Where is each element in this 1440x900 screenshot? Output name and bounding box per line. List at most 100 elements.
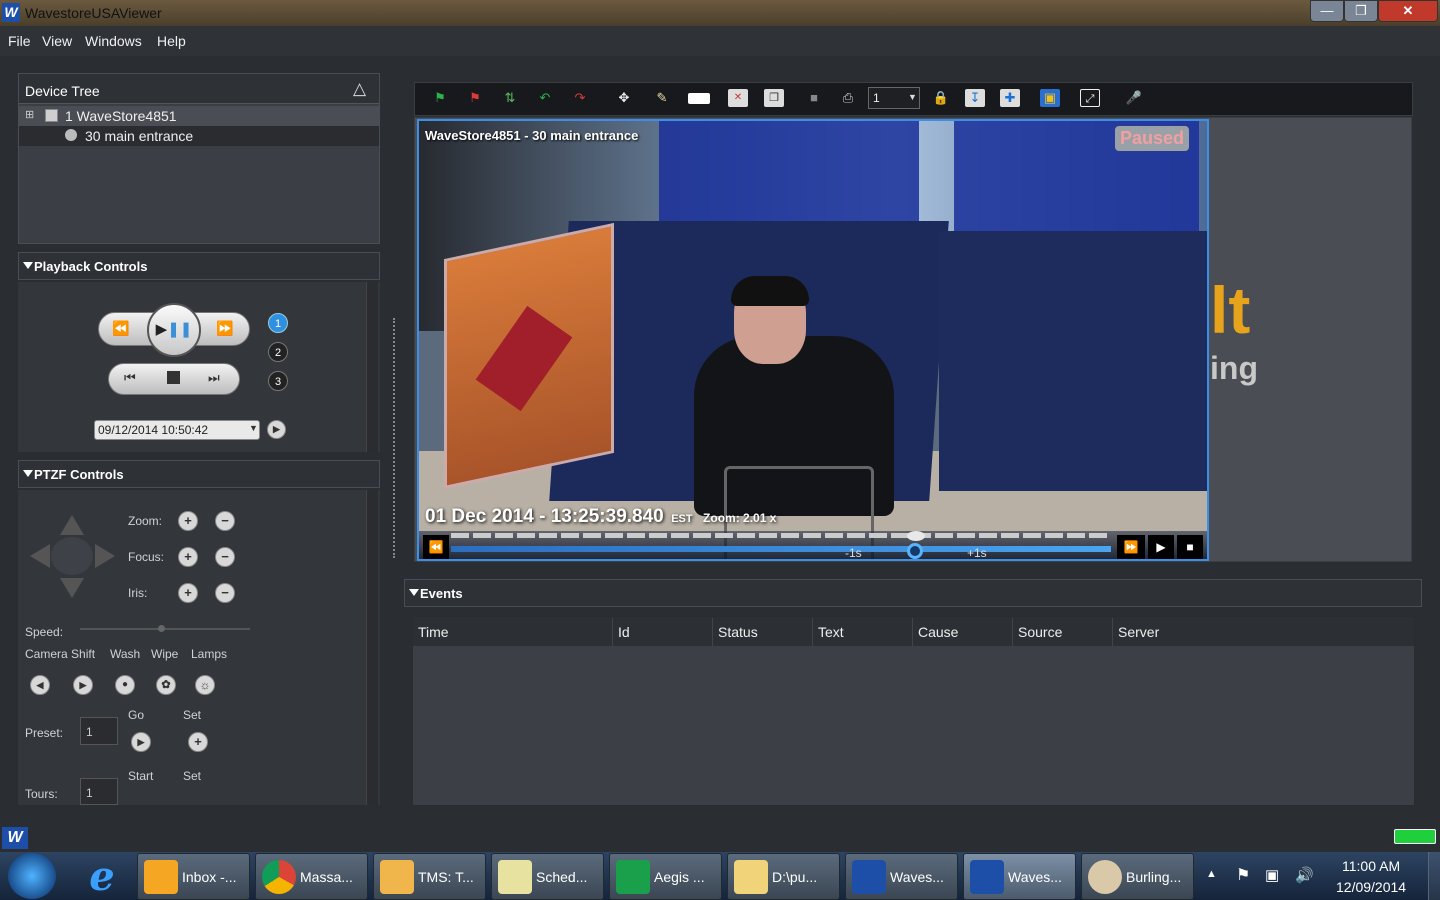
col-cause[interactable]: Cause xyxy=(913,618,1013,646)
start-button[interactable] xyxy=(8,853,56,899)
taskbar-burlington[interactable]: Burling... xyxy=(1081,853,1194,900)
move-icon[interactable]: ✥ xyxy=(614,89,634,107)
timeline-marker[interactable] xyxy=(907,531,925,541)
notes-icon[interactable]: ✎ xyxy=(652,89,672,107)
preset-stepper[interactable]: 1 xyxy=(80,717,118,745)
taskbar-chrome[interactable]: Massa... xyxy=(255,853,368,900)
tree-item-camera[interactable]: 30 main entrance xyxy=(19,126,379,146)
iris-close-button[interactable]: − xyxy=(215,583,235,603)
speed-slider[interactable] xyxy=(80,628,250,630)
camera-shift-left-button[interactable]: ◀ xyxy=(30,675,50,695)
red-flag-icon[interactable]: ⚑ xyxy=(465,89,485,107)
col-id[interactable]: Id xyxy=(613,618,713,646)
green-flag-back-icon[interactable]: ↶ xyxy=(535,89,555,107)
network-icon[interactable]: ▣ xyxy=(1265,866,1279,884)
internet-explorer-icon[interactable]: e xyxy=(78,856,126,898)
zoom-in-button[interactable]: + xyxy=(178,511,198,531)
lock-icon[interactable]: 🔒 xyxy=(931,89,951,107)
copy-views-icon[interactable]: ❐ xyxy=(764,89,784,107)
pan-down-icon[interactable] xyxy=(60,578,84,598)
tree-item-server[interactable]: ⊞ 1 WaveStore4851 xyxy=(19,106,379,126)
green-flag-icon[interactable]: ⚑ xyxy=(430,89,450,107)
focus-out-button[interactable]: − xyxy=(215,547,235,567)
snapshot-icon[interactable]: ▣ xyxy=(1040,89,1060,107)
timeline-stop-button[interactable]: ■ xyxy=(1177,535,1203,559)
clock-date[interactable]: 12/09/2014 xyxy=(1336,879,1406,895)
menu-file[interactable]: File xyxy=(8,33,31,49)
minimize-button[interactable]: — xyxy=(1310,0,1344,22)
red-flag-back-icon[interactable]: ↷ xyxy=(570,89,590,107)
panel-splitter[interactable] xyxy=(393,318,395,558)
taskbar-folder[interactable]: D:\pu... xyxy=(727,853,840,900)
preset-go-button[interactable]: ▶ xyxy=(131,732,151,752)
menu-windows[interactable]: Windows xyxy=(85,33,142,49)
go-to-time-button[interactable]: ▶ xyxy=(267,420,286,439)
channel-select[interactable]: 1 ▼ xyxy=(868,87,920,109)
single-view-icon[interactable] xyxy=(688,93,710,104)
preset-set-button[interactable]: + xyxy=(188,732,208,752)
microphone-icon[interactable]: 🎤 xyxy=(1124,89,1144,107)
collapse-triangle-icon[interactable]: △ xyxy=(353,79,366,99)
ptzf-scrollbar[interactable] xyxy=(366,490,378,805)
events-header[interactable]: Events xyxy=(404,579,1422,607)
pan-center[interactable] xyxy=(51,537,93,575)
stop-button[interactable] xyxy=(167,371,180,384)
show-hidden-icons[interactable]: ▲ xyxy=(1206,868,1217,880)
download-icon[interactable]: ↧ xyxy=(965,89,985,107)
pan-up-icon[interactable] xyxy=(60,515,84,535)
fullscreen-icon[interactable]: ⤢ xyxy=(1080,89,1100,107)
timeline-rewind-button[interactable]: ⏪ xyxy=(423,535,449,559)
col-text[interactable]: Text xyxy=(813,618,913,646)
taskbar-aegis[interactable]: Aegis ... xyxy=(609,853,722,900)
iris-open-button[interactable]: + xyxy=(178,583,198,603)
lamps-button[interactable]: ☼ xyxy=(195,675,215,695)
wash-button[interactable]: ● xyxy=(115,675,135,695)
chevron-down-icon[interactable]: ▼ xyxy=(249,423,258,433)
export-icon[interactable]: ⇅ xyxy=(500,89,520,107)
tours-stepper[interactable]: 1 xyxy=(80,778,118,805)
col-server[interactable]: Server xyxy=(1113,618,1414,646)
taskbar-tms[interactable]: TMS: T... xyxy=(373,853,486,900)
speed-2-button[interactable]: 2 xyxy=(268,342,288,362)
timeline-play-button[interactable]: ▶ xyxy=(1148,535,1174,559)
datetime-picker[interactable]: 09/12/2014 10:50:42 ▼ xyxy=(94,420,260,440)
camera-shift-right-button[interactable]: ▶ xyxy=(73,675,93,695)
focus-in-button[interactable]: + xyxy=(178,547,198,567)
maximize-button[interactable]: ❐ xyxy=(1344,0,1378,22)
zoom-out-button[interactable]: − xyxy=(215,511,235,531)
expand-icon[interactable]: ⊞ xyxy=(25,108,34,121)
col-time[interactable]: Time xyxy=(413,618,613,646)
volume-icon[interactable]: 🔊 xyxy=(1295,866,1314,884)
taskbar-outlook[interactable]: Inbox -... xyxy=(137,853,250,900)
speed-3-button[interactable]: 3 xyxy=(268,371,288,391)
skip-forward-button[interactable]: ⏭ xyxy=(208,370,220,386)
print-icon[interactable]: ⎙ xyxy=(838,89,858,107)
close-view-icon[interactable]: ✕ xyxy=(728,89,748,107)
close-button[interactable]: ✕ xyxy=(1378,0,1438,22)
chevron-down-icon[interactable]: ▼ xyxy=(908,92,917,102)
taskbar-scheduler[interactable]: Sched... xyxy=(491,853,604,900)
fast-forward-button[interactable]: ⏩ xyxy=(216,320,233,337)
clock-time[interactable]: 11:00 AM xyxy=(1342,858,1400,874)
rewind-button[interactable]: ⏪ xyxy=(112,320,129,337)
pan-left-icon[interactable] xyxy=(30,544,50,568)
wipe-button[interactable]: ✿ xyxy=(156,675,176,695)
timeline-track[interactable] xyxy=(451,546,1111,552)
menu-help[interactable]: Help xyxy=(157,33,186,49)
show-desktop-button[interactable] xyxy=(1428,852,1440,900)
taskbar-wavestore-2[interactable]: Waves... xyxy=(963,853,1076,900)
action-center-flag-icon[interactable]: ⚑ xyxy=(1236,865,1250,885)
timeline-handle[interactable] xyxy=(907,543,923,559)
add-view-icon[interactable]: ✚ xyxy=(1000,89,1020,107)
col-status[interactable]: Status xyxy=(713,618,813,646)
playback-scrollbar[interactable] xyxy=(366,282,378,452)
pan-right-icon[interactable] xyxy=(95,544,115,568)
speed-1-button[interactable]: 1 xyxy=(268,313,288,333)
skip-back-button[interactable]: ⏮ xyxy=(124,370,136,386)
record-icon[interactable]: ■ xyxy=(804,89,824,107)
play-pause-button[interactable]: ▶❚❚ xyxy=(147,303,201,357)
playback-controls-header[interactable]: Playback Controls xyxy=(18,252,380,280)
camera-view[interactable]: WaveStore4851 - 30 main entrance Paused … xyxy=(417,119,1209,561)
col-source[interactable]: Source xyxy=(1013,618,1113,646)
menu-view[interactable]: View xyxy=(42,33,72,49)
